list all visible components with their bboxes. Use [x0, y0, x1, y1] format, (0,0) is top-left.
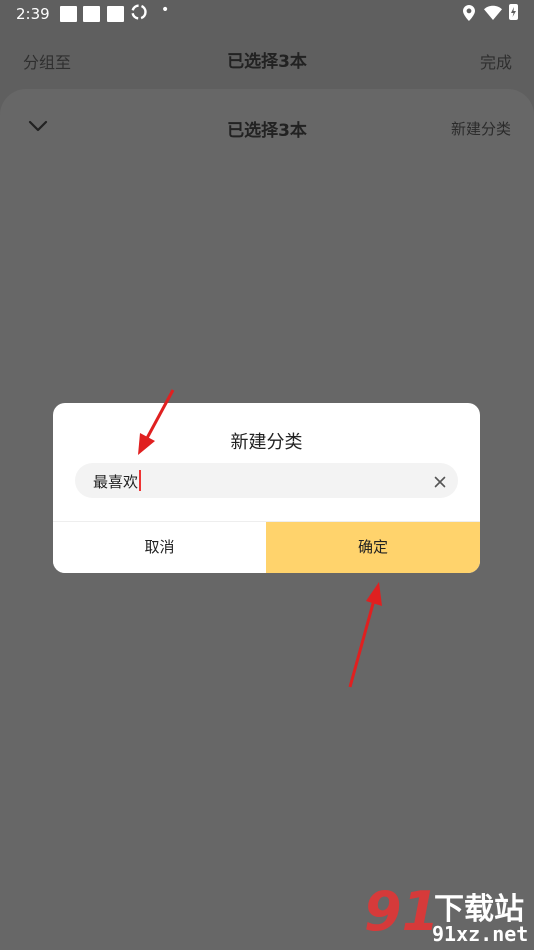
notification-square-icon — [60, 6, 77, 22]
text-caret — [139, 470, 141, 491]
cancel-button[interactable]: 取消 — [53, 522, 266, 573]
category-name-input[interactable]: 最喜欢 — [75, 463, 458, 498]
done-button[interactable]: 完成 — [480, 49, 512, 73]
watermark-number: 91 — [364, 880, 440, 943]
location-icon — [463, 5, 475, 25]
page-title: 已选择3本 — [227, 52, 307, 72]
battery-charging-icon — [509, 4, 518, 20]
notification-square-icon — [83, 6, 100, 22]
watermark-url: 91xz.net — [432, 922, 529, 946]
category-name-value: 最喜欢 — [93, 473, 139, 491]
dot-icon: • — [161, 2, 170, 18]
new-category-dialog: 新建分类 最喜欢 取消 确定 — [53, 403, 480, 573]
dialog-title: 新建分类 — [230, 432, 303, 453]
status-time: 2:39 — [16, 5, 50, 23]
close-icon[interactable] — [434, 473, 446, 492]
new-category-button[interactable]: 新建分类 — [451, 118, 511, 139]
page-top-bar: 分组至 已选择3本 完成 — [0, 36, 534, 80]
watermark-logo: 91 下载站 91xz.net — [358, 880, 534, 950]
wifi-icon — [484, 5, 502, 24]
status-bar: 2:39 • — [0, 0, 534, 28]
notification-square-icon — [107, 6, 124, 22]
sync-icon — [130, 3, 148, 25]
confirm-button[interactable]: 确定 — [266, 522, 480, 573]
